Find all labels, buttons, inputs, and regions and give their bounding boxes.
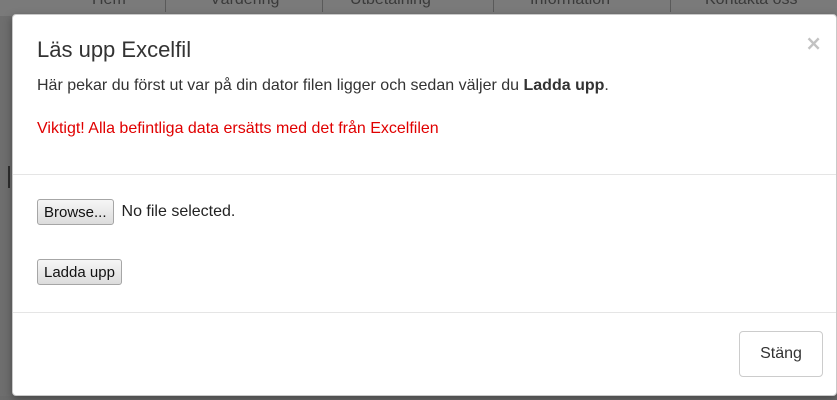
bg-nav-item: Hem <box>92 0 126 9</box>
description-suffix: . <box>604 77 609 94</box>
description-text: Här pekar du först ut var på din dator f… <box>37 77 524 94</box>
file-input: Browse... No file selected. <box>37 199 235 225</box>
modal-header: Läs upp Excelfil × Här pekar du först ut… <box>13 15 836 175</box>
bg-nav-item: Utbetalning <box>350 0 431 9</box>
modal-body: Browse... No file selected. Ladda upp <box>13 175 836 313</box>
browse-button[interactable]: Browse... <box>37 199 114 225</box>
background-left-edge <box>0 16 12 400</box>
upload-button[interactable]: Ladda upp <box>37 259 122 285</box>
bg-nav-item: Kontakta oss <box>705 0 798 9</box>
background-marker <box>8 166 10 188</box>
modal-description: Här pekar du först ut var på din dator f… <box>37 77 609 95</box>
close-icon[interactable]: × <box>805 33 822 53</box>
bg-nav-separator <box>165 0 166 12</box>
bg-nav-separator <box>322 0 323 12</box>
bg-nav-separator <box>493 0 494 12</box>
file-status: No file selected. <box>121 203 236 220</box>
modal-warning: Viktigt! Alla befintliga data ersätts me… <box>37 120 439 137</box>
bg-nav-separator <box>670 0 671 12</box>
upload-excel-modal: Läs upp Excelfil × Här pekar du först ut… <box>12 14 837 396</box>
modal-footer: Stäng <box>13 313 836 397</box>
bg-nav-item: Information <box>530 0 610 9</box>
modal-title: Läs upp Excelfil <box>37 37 192 62</box>
bg-nav-item: Värdering <box>210 0 279 9</box>
description-bold: Ladda upp <box>523 77 605 94</box>
close-button[interactable]: Stäng <box>739 331 823 377</box>
